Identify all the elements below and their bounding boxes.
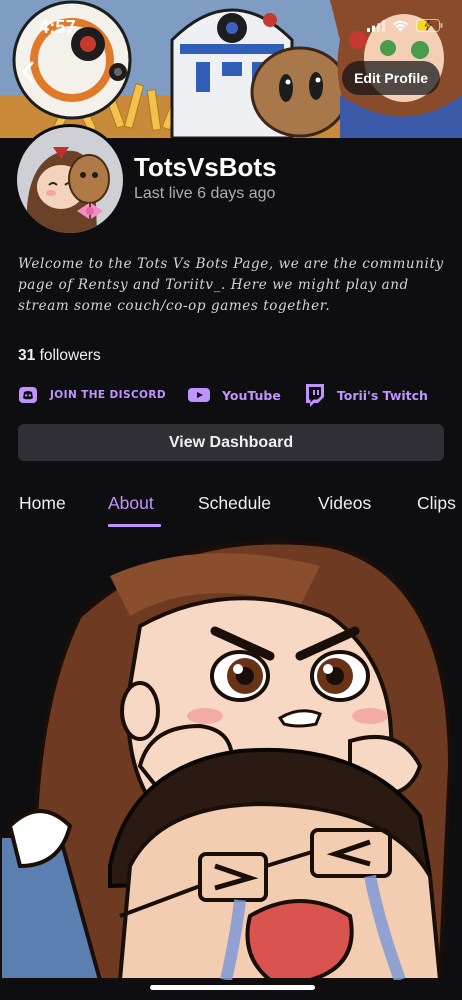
social-links: JOIN THE DISCORD YouTube Torii's Twitch <box>18 381 428 409</box>
tab-videos[interactable]: Videos <box>318 493 371 514</box>
active-tab-indicator <box>108 524 161 527</box>
status-bar: 4:57 <box>0 0 462 50</box>
battery-charging-icon <box>416 19 444 37</box>
signal-icon <box>367 19 385 37</box>
avatar-artwork <box>17 127 123 233</box>
twitch-link-label: Torii's Twitch <box>336 387 428 403</box>
about-panel-artwork <box>0 536 462 980</box>
tab-schedule[interactable]: Schedule <box>198 493 271 514</box>
home-indicator[interactable] <box>150 985 315 990</box>
tab-home[interactable]: Home <box>19 493 66 514</box>
avatar[interactable] <box>14 124 126 236</box>
discord-link-label: JOIN THE DISCORD <box>50 389 166 401</box>
youtube-link-label: YouTube <box>221 387 281 403</box>
youtube-link[interactable]: YouTube <box>187 387 281 403</box>
twitch-link[interactable]: Torii's Twitch <box>303 383 428 407</box>
followers-label: followers <box>39 347 101 364</box>
last-live-status: Last live 6 days ago <box>134 185 276 202</box>
status-time: 4:57 <box>39 17 76 37</box>
youtube-icon <box>187 387 210 403</box>
followers-count[interactable]: 31 followers <box>18 347 101 365</box>
status-icons <box>367 19 444 37</box>
channel-tabs: Home About Schedule Videos Clips <box>0 484 462 528</box>
tab-about[interactable]: About <box>108 493 154 514</box>
tab-clips[interactable]: Clips <box>417 493 456 514</box>
view-dashboard-button[interactable]: View Dashboard <box>18 424 444 461</box>
about-panel-image <box>0 536 462 980</box>
twitch-icon <box>303 383 325 407</box>
channel-name: TotsVsBots <box>134 152 277 182</box>
wifi-icon <box>392 19 409 37</box>
chevron-left-icon <box>21 61 35 88</box>
back-button[interactable] <box>8 54 48 94</box>
followers-number: 31 <box>18 347 36 364</box>
channel-description: Welcome to the Tots Vs Bots Page, we are… <box>18 256 444 314</box>
edit-profile-button[interactable]: Edit Profile <box>342 61 440 95</box>
discord-link[interactable]: JOIN THE DISCORD <box>18 386 166 404</box>
discord-icon <box>18 386 38 404</box>
